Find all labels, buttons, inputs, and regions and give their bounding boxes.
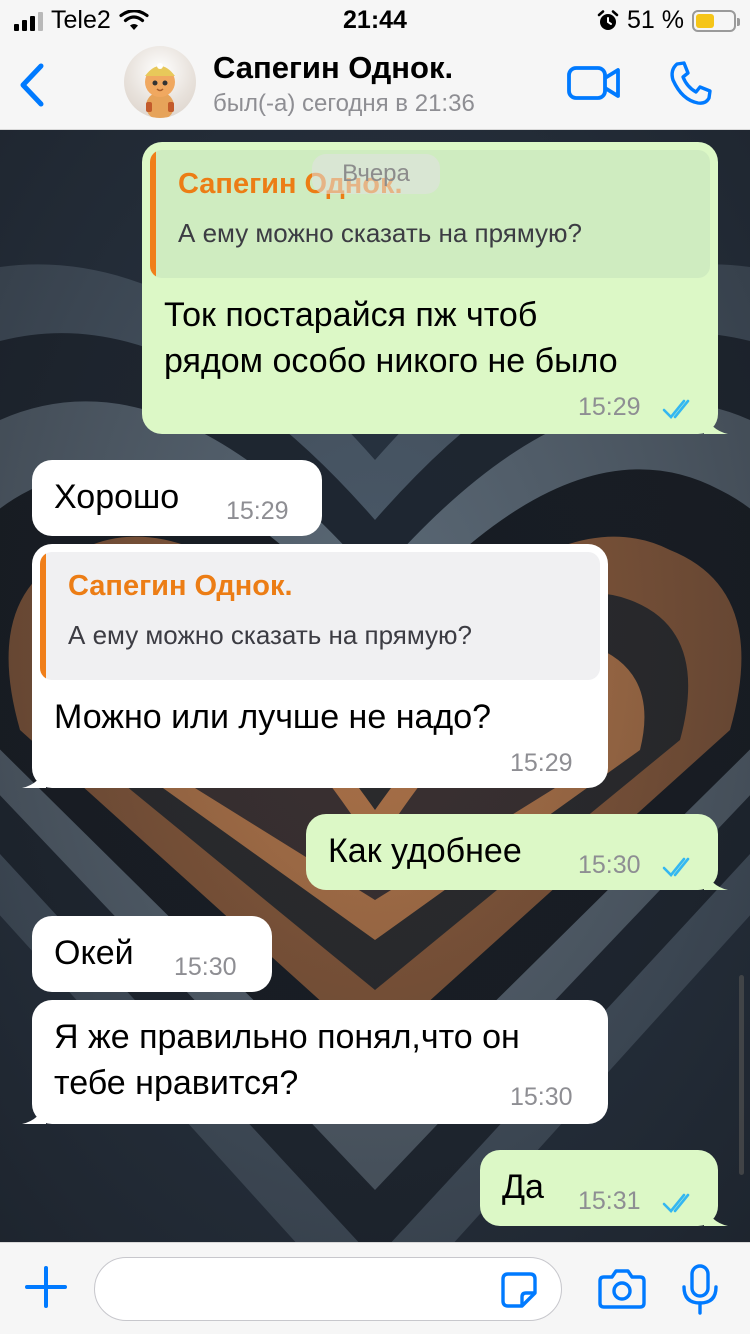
- message-text-line: Окей: [54, 934, 134, 972]
- message-time: 15:29: [510, 749, 573, 777]
- message-time: 15:30: [174, 953, 237, 981]
- status-bar: Tele2 21:44 51 %: [0, 0, 750, 40]
- message-time: 15:30: [578, 851, 641, 879]
- message-text-line: Ток постарайся пж чтоб: [164, 296, 538, 334]
- quote-author: Сапегин Однок.: [68, 570, 293, 602]
- message-text-line: Я же правильно понял,что он: [54, 1018, 520, 1056]
- message-text-line: Хорошо: [54, 478, 180, 516]
- read-ticks-icon: [662, 1193, 690, 1213]
- video-camera-icon[interactable]: [566, 64, 622, 102]
- status-right: 51 %: [597, 6, 740, 35]
- incoming-message[interactable]: Я же правильно понял,что он тебе нравитс…: [22, 1000, 608, 1124]
- message-text-line: Как удобнее: [328, 832, 522, 870]
- bubble-tail: [22, 766, 46, 788]
- bubble-tail: [704, 412, 728, 434]
- phone-icon[interactable]: [668, 60, 712, 106]
- message-input[interactable]: [94, 1257, 562, 1321]
- camera-icon[interactable]: [598, 1267, 646, 1309]
- quote-text: А ему можно сказать на прямую?: [178, 218, 582, 248]
- incoming-message[interactable]: Хорошо 15:29: [32, 460, 322, 536]
- chevron-left-icon[interactable]: [14, 60, 50, 110]
- scroll-indicator[interactable]: [739, 975, 744, 1175]
- message-text-line: рядом особо никого не было: [164, 342, 618, 380]
- date-separator: Вчера: [312, 154, 440, 194]
- incoming-message[interactable]: Сапегин Однок. А ему можно сказать на пр…: [22, 544, 608, 788]
- battery-icon: [692, 9, 740, 32]
- message-time: 15:31: [578, 1187, 641, 1215]
- outgoing-message[interactable]: Да 15:31: [480, 1150, 728, 1226]
- quote-accent-bar: [40, 552, 46, 680]
- contact-name[interactable]: Сапегин Однок.: [213, 50, 453, 86]
- last-seen-status: был(-а) сегодня в 21:36: [213, 90, 475, 117]
- bubble-tail: [22, 1102, 46, 1124]
- microphone-icon[interactable]: [680, 1263, 720, 1317]
- quote-text: А ему можно сказать на прямую?: [68, 620, 472, 650]
- chat-area[interactable]: Сапегин Однок. А ему можно сказать на пр…: [0, 130, 750, 1242]
- quote-accent-bar: [150, 150, 156, 278]
- message-text-line: тебе нравится?: [54, 1064, 299, 1102]
- quoted-reply[interactable]: Сапегин Однок. А ему можно сказать на пр…: [40, 552, 600, 680]
- message-text-line: Да: [502, 1168, 544, 1206]
- battery-percent: 51 %: [627, 6, 684, 34]
- message-text-line: Можно или лучше не надо?: [54, 698, 492, 736]
- chat-header: Сапегин Однок. был(-а) сегодня в 21:36: [0, 40, 750, 130]
- cat-avatar-icon: [145, 63, 175, 118]
- avatar[interactable]: [124, 46, 196, 118]
- read-ticks-icon: [662, 399, 690, 419]
- message-time: 15:29: [578, 393, 641, 421]
- alarm-icon: [597, 9, 619, 30]
- incoming-message[interactable]: Окей 15:30: [32, 916, 272, 992]
- outgoing-message[interactable]: Как удобнее 15:30: [306, 814, 728, 890]
- bubble-tail: [704, 868, 728, 890]
- plus-icon[interactable]: [24, 1265, 68, 1309]
- input-bar: [0, 1242, 750, 1334]
- message-time: 15:30: [510, 1083, 573, 1111]
- message-time: 15:29: [226, 497, 289, 525]
- bubble-tail: [704, 1204, 728, 1226]
- read-ticks-icon: [662, 857, 690, 877]
- sticker-icon[interactable]: [500, 1271, 538, 1309]
